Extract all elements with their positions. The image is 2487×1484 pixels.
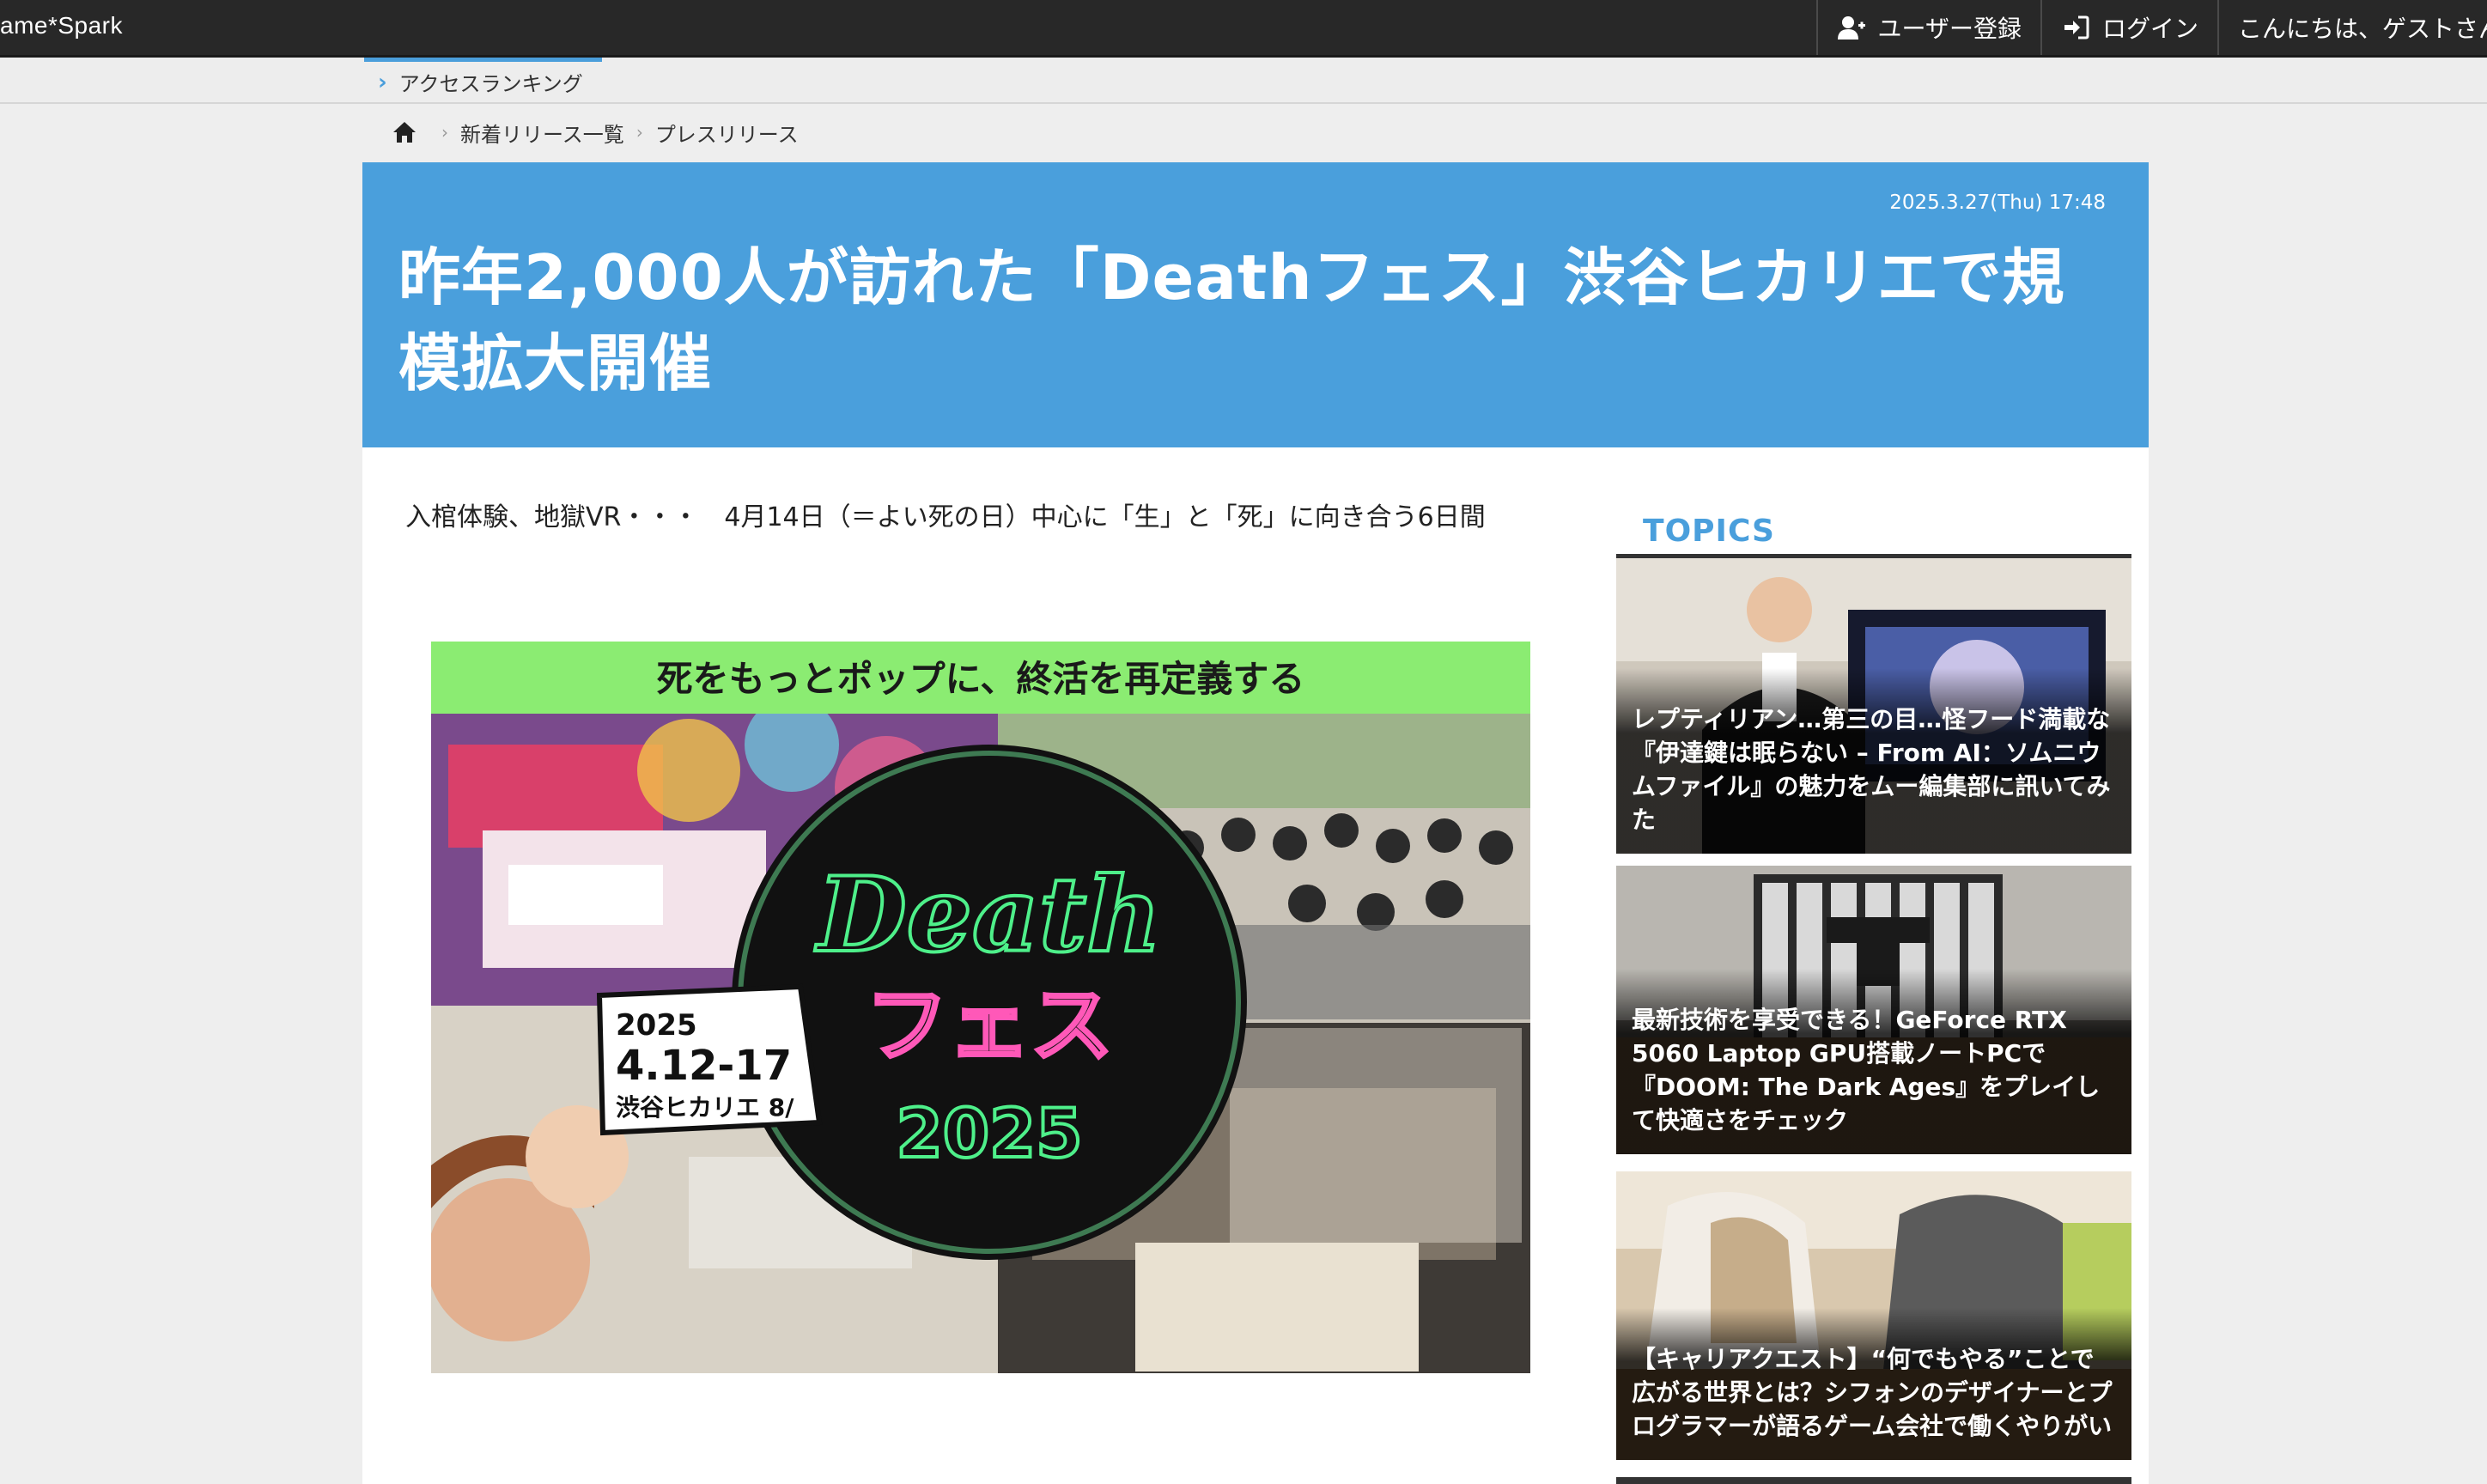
topics-heading: TOPICS (1643, 514, 1775, 549)
access-ranking-link[interactable]: › アクセスランキング (364, 58, 602, 102)
breadcrumb-new-releases[interactable]: 新着リリース一覧 (460, 118, 624, 148)
breadcrumb-press-release[interactable]: プレスリリース (655, 118, 799, 148)
login-button[interactable]: ログイン (2040, 0, 2217, 55)
access-ranking-label: アクセスランキング (398, 72, 583, 96)
sticker-year: 2025 (616, 1008, 697, 1043)
sign-in-icon (2064, 15, 2089, 40)
topic-title: 【キャリアクエスト】“何でもやる”ことで広がる世界とは？シフォンのデザイナーとプ… (1616, 1308, 2131, 1460)
user-plus-icon (1837, 16, 1865, 40)
article-main-image[interactable]: 死をもっとポップに、終活を再定義する Death フェス 2025 2025 4… (431, 642, 1530, 1373)
date-sticker: 2025 4.12-17 渋谷ヒカリエ 8/ (596, 983, 823, 1136)
top-nav: ユーザー登録 ログイン こんにちは、ゲストさん (1815, 0, 2487, 55)
topic-title: レプティリアン…第三の目…怪フード満載な『伊達鍵は眠らない – From AI：… (1616, 668, 2131, 854)
article-date: 2025.3.27(Thu) 17:48 (1889, 192, 2106, 214)
poster-banner-text: 死をもっとポップに、終活を再定義する (657, 658, 1305, 700)
sticker-venue: 渋谷ヒカリエ 8/ (616, 1093, 794, 1122)
sticker-dates: 4.12-17 (616, 1042, 792, 1090)
logo-fes: フェス (866, 977, 1113, 1073)
top-bar: ame*Spark ユーザー登録 ログイン こんにちは、ゲストさん (0, 0, 2487, 58)
greeting-label: こんにちは、ゲストさん (2238, 15, 2487, 43)
site-logo[interactable]: ame*Spark (0, 9, 123, 43)
breadcrumb: › 新着リリース一覧 › プレスリリース (392, 113, 799, 151)
article-title: 昨年2,000人が訪れた「Deathフェス」渋谷ヒカリエで規模拡大開催 (398, 241, 2065, 399)
logo-death: Death (815, 855, 1162, 976)
chevron-right-icon: › (378, 69, 387, 95)
topic-card[interactable]: 【キャリアクエスト】“何でもやる”ことで広がる世界とは？シフォンのデザイナーとプ… (1616, 1171, 2131, 1460)
register-label: ユーザー登録 (1877, 15, 2022, 43)
topic-card[interactable]: 最新技術を享受できる！GeForce RTX 5060 Laptop GPU搭載… (1616, 866, 2131, 1154)
greeting-text: こんにちは、ゲストさん (2217, 0, 2487, 55)
login-label: ログイン (2101, 15, 2198, 43)
topic-title: 最新技術を享受できる！GeForce RTX 5060 Laptop GPU搭載… (1616, 969, 2131, 1154)
breadcrumb-separator: › (635, 122, 643, 143)
sub-nav: › アクセスランキング (0, 58, 2487, 104)
article-header: 2025.3.27(Thu) 17:48 昨年2,000人が訪れた「Deathフ… (362, 162, 2149, 447)
festival-poster: 死をもっとポップに、終活を再定義する Death フェス 2025 2025 4… (431, 642, 1530, 1373)
topic-card[interactable]: レプティリアン…第三の目…怪フード満載な『伊達鍵は眠らない – From AI：… (1616, 554, 2131, 854)
register-button[interactable]: ユーザー登録 (1815, 0, 2040, 55)
topic-card-partial[interactable] (1616, 1477, 2131, 1484)
logo-year: 2025 (896, 1096, 1082, 1173)
home-icon[interactable] (392, 120, 417, 144)
breadcrumb-separator: › (441, 122, 448, 143)
